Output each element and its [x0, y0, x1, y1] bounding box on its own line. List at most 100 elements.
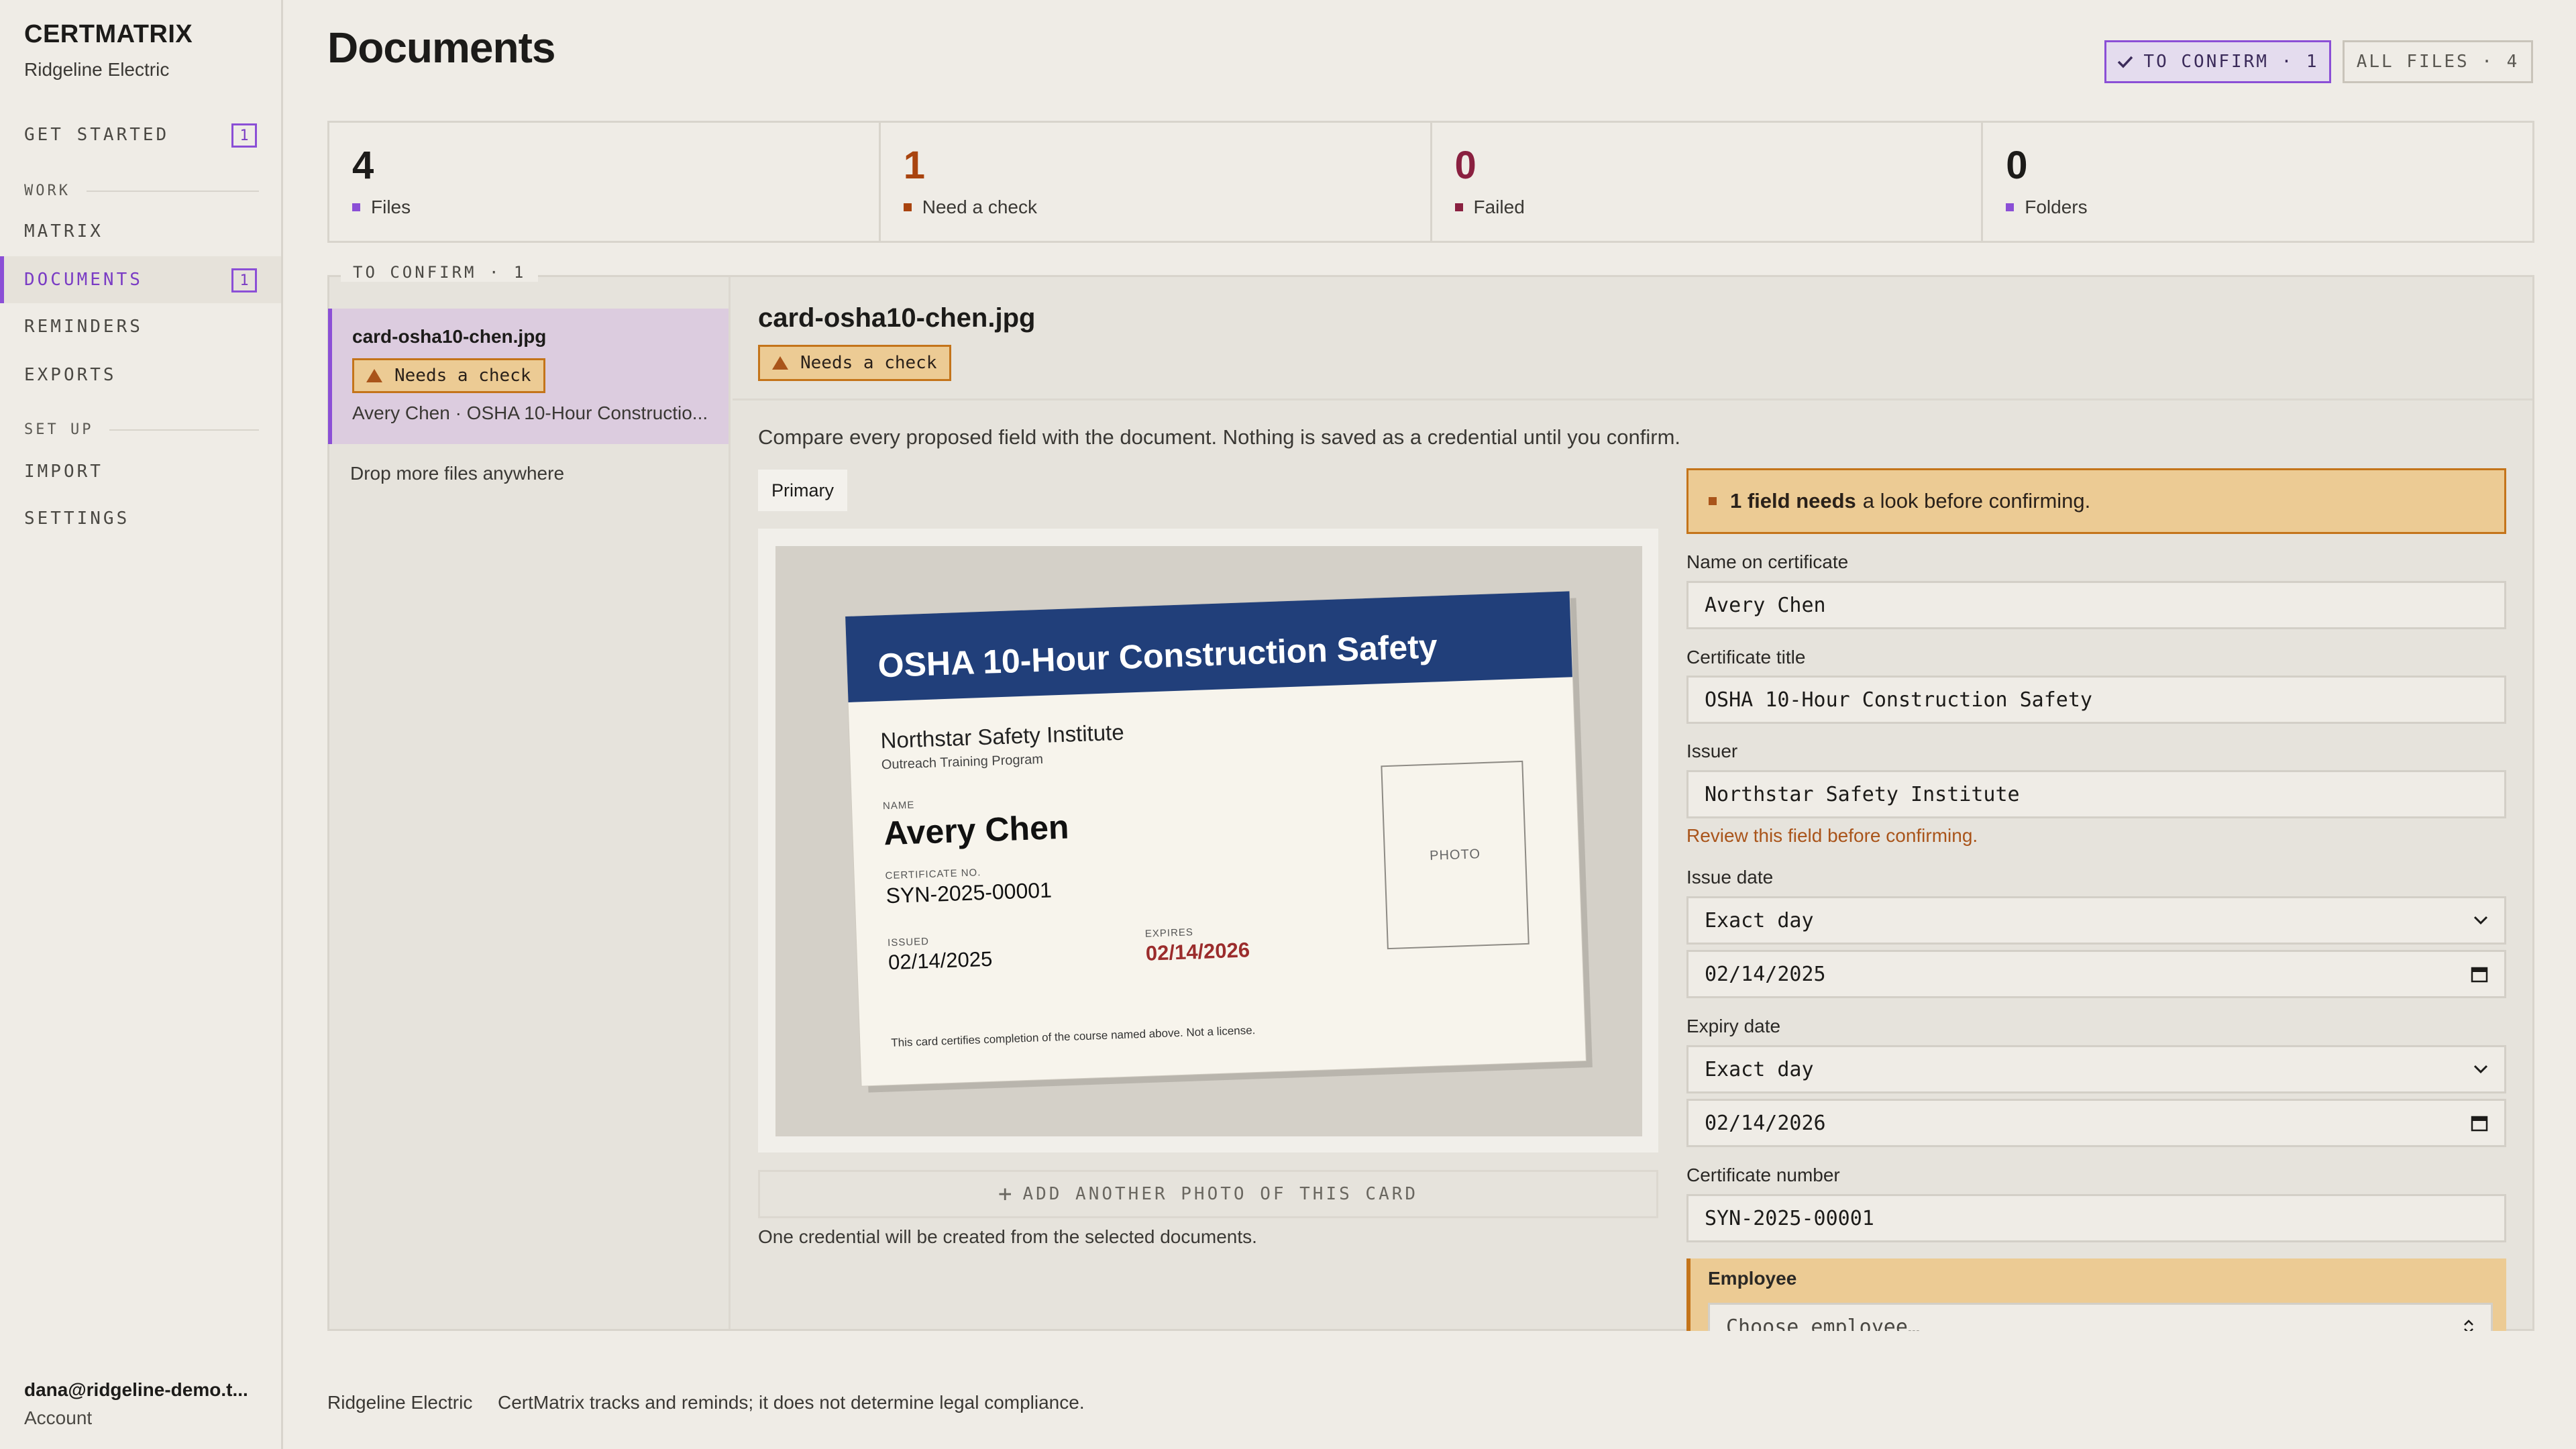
issue-date-value: 02/14/2025 [1705, 962, 1826, 986]
stat-label-row: Need a check [903, 197, 1037, 218]
tab-primary[interactable]: Primary [758, 470, 847, 511]
to-confirm-filter-button[interactable]: TO CONFIRM · 1 [2104, 40, 2331, 83]
employee-select[interactable]: Choose employee… [1708, 1303, 2493, 1331]
expiry-date-mode-select[interactable]: Exact day [1686, 1045, 2506, 1093]
one-credential-note: One credential will be created from the … [758, 1226, 1257, 1247]
expiry-date-mode-value: Exact day [1705, 1057, 1814, 1081]
issue-date-mode-value: Exact day [1705, 908, 1814, 932]
card-cert-number: SYN-2025-00001 [885, 877, 1053, 908]
sidebar-item-get-started[interactable]: GET STARTED 1 [0, 111, 281, 158]
issue-date-input[interactable]: 02/14/2025 [1686, 950, 2506, 998]
certificate-number-label: Certificate number [1686, 1165, 1840, 1185]
compare-instructions: Compare every proposed field with the do… [758, 425, 1681, 449]
card-program: Outreach Training Program [881, 751, 1044, 773]
sidebar-item-import[interactable]: IMPORT [0, 448, 281, 495]
certificate-title-value: OSHA 10-Hour Construction Safety [1705, 688, 2092, 712]
stat-folders: 0 Folders [1983, 123, 2532, 241]
certificate-title-field[interactable]: OSHA 10-Hour Construction Safety [1686, 676, 2506, 724]
drop-hint: Drop more files anywhere [350, 463, 565, 484]
org-name: Ridgeline Electric [24, 59, 170, 80]
sidebar-item-label: SETTINGS [24, 508, 130, 529]
card-cert-label: CERTIFICATE NO. [885, 867, 981, 882]
sidebar-item-label: REMINDERS [24, 317, 143, 337]
stat-marker [2006, 203, 2015, 211]
stat-failed: 0 Failed [1432, 123, 1984, 241]
card-issued-label: ISSUED [887, 936, 930, 949]
stat-value: 4 [352, 144, 374, 187]
add-photo-label: ADD ANOTHER PHOTO OF THIS CARD [1022, 1184, 1419, 1204]
sidebar-item-reminders[interactable]: REMINDERS [0, 303, 281, 350]
name-value: Avery Chen [1705, 593, 1826, 617]
stat-label: Failed [1473, 197, 1525, 217]
all-files-filter-button[interactable]: ALL FILES · 4 [2343, 40, 2533, 83]
status-badge: Needs a check [758, 345, 951, 381]
card-footer-text: This card certifies completion of the co… [891, 1024, 1256, 1050]
stat-label-row: Failed [1454, 197, 1525, 218]
warning-icon [366, 369, 382, 382]
card-photo-placeholder: PHOTO [1381, 760, 1529, 950]
count-badge: 1 [231, 123, 257, 148]
section-label: WORK [24, 182, 70, 199]
status-badge: Needs a check [352, 358, 545, 393]
calendar-icon[interactable] [2471, 1114, 2488, 1132]
stat-value: 0 [2006, 144, 2028, 187]
expiry-date-value: 02/14/2026 [1705, 1111, 1826, 1135]
list-item[interactable]: card-osha10-chen.jpg Needs a check Avery… [328, 309, 729, 444]
sidebar-item-label: EXPORTS [24, 365, 117, 385]
issue-date-label: Issue date [1686, 867, 1774, 888]
stat-files: 4 Files [329, 123, 881, 241]
file-subtitle: Avery Chen · OSHA 10-Hour Constructio... [352, 402, 708, 423]
name-field[interactable]: Avery Chen [1686, 581, 2506, 629]
stat-label: Need a check [922, 197, 1037, 217]
sidebar-item-exports[interactable]: EXPORTS [0, 352, 281, 398]
sidebar-item-matrix[interactable]: MATRIX [0, 208, 281, 255]
status-badge-label: Needs a check [394, 366, 531, 386]
sidebar-item-documents[interactable]: DOCUMENTS 1 [0, 256, 281, 303]
card-holder-name: Avery Chen [883, 808, 1070, 853]
name-label: Name on certificate [1686, 551, 1849, 572]
stats-bar: 4 Files 1 Need a check 0 Failed 0 Folder… [327, 121, 2534, 243]
employee-label: Employee [1708, 1268, 1797, 1289]
card-issued-date: 02/14/2025 [888, 947, 993, 975]
issuer-field[interactable]: Northstar Safety Institute [1686, 770, 2506, 818]
issuer-value: Northstar Safety Institute [1705, 782, 2020, 806]
status-badge-label: Needs a check [800, 353, 937, 373]
all-files-filter-label: ALL FILES · 4 [2356, 52, 2520, 72]
section-label: SET UP [24, 421, 94, 438]
issue-date-mode-select[interactable]: Exact day [1686, 896, 2506, 945]
sidebar-item-label: GET STARTED [24, 125, 170, 145]
updown-chevron-icon [2464, 1320, 2473, 1331]
card-expires-date: 02/14/2026 [1145, 938, 1250, 965]
warning-icon [772, 356, 788, 370]
stat-label-row: Files [352, 197, 411, 218]
stat-label-row: Folders [2006, 197, 2088, 218]
warning-text: a look before confirming. [1862, 489, 2091, 513]
detail-file-name: card-osha10-chen.jpg [758, 303, 1036, 333]
sidebar-item-settings[interactable]: SETTINGS [0, 495, 281, 542]
sidebar: CERTMATRIX Ridgeline Electric GET STARTE… [0, 0, 283, 1449]
page-title: Documents [327, 23, 555, 72]
add-photo-button[interactable]: + ADD ANOTHER PHOTO OF THIS CARD [758, 1170, 1658, 1218]
employee-placeholder: Choose employee… [1726, 1315, 1920, 1332]
card-name-label: NAME [882, 799, 915, 812]
expiry-date-input[interactable]: 02/14/2026 [1686, 1099, 2506, 1147]
sidebar-item-label: MATRIX [24, 221, 103, 241]
app-brand: CERTMATRIX [24, 20, 193, 48]
stat-value: 1 [903, 144, 926, 187]
account-link[interactable]: Account [24, 1407, 92, 1429]
calendar-icon[interactable] [2471, 965, 2488, 983]
plus-icon: + [998, 1181, 1012, 1208]
issuer-review-hint: Review this field before confirming. [1686, 825, 1978, 846]
chevron-down-icon [2473, 916, 2488, 925]
stat-label: Files [371, 197, 411, 217]
sidebar-item-label: DOCUMENTS [24, 270, 143, 290]
expiry-date-label: Expiry date [1686, 1016, 1781, 1036]
detail-header [733, 277, 2532, 400]
sidebar-section-work: WORK [24, 182, 259, 199]
certificate-number-field[interactable]: SYN-2025-00001 [1686, 1194, 2506, 1242]
stat-need-check: 1 Need a check [881, 123, 1432, 241]
employee-section: Employee Choose employee… [1686, 1258, 2506, 1331]
warning-banner: 1 field needs a look before confirming. [1686, 468, 2506, 534]
account-email[interactable]: dana@ridgeline-demo.t... [24, 1379, 259, 1401]
footer-org: Ridgeline Electric [327, 1392, 473, 1413]
